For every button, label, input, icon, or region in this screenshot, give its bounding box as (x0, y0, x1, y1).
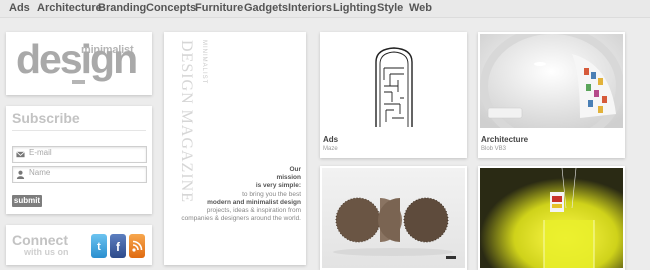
post-image-maze[interactable] (320, 32, 467, 130)
coconut-objects-icon (333, 197, 456, 259)
nav-item-gadgets[interactable]: Gadgets (244, 2, 288, 14)
subscribe-divider (12, 130, 146, 131)
connect-subtitle: with us on (24, 247, 69, 257)
subscribe-title: Subscribe (12, 110, 80, 126)
email-field[interactable]: E-mail (12, 146, 147, 163)
twitter-icon[interactable]: t (91, 234, 107, 258)
magazine-vertical-small: MINIMALIST (201, 40, 207, 85)
mission-line-2: mission (276, 174, 301, 182)
facebook-icon[interactable]: f (110, 234, 126, 258)
name-field[interactable]: Name (12, 166, 147, 183)
blob-interior-icon (480, 34, 623, 128)
submit-button[interactable]: submit (12, 195, 42, 207)
svg-text:t: t (97, 241, 101, 253)
mission-text: Our mission is very simple: to bring you… (161, 166, 301, 223)
teabag-glass-icon (480, 168, 623, 268)
nav-item-concepts[interactable]: Concepts (146, 2, 196, 14)
post-title-1[interactable]: Maze (323, 146, 338, 152)
site-logo[interactable]: minimalist design (6, 32, 152, 95)
email-placeholder: E-mail (29, 148, 52, 157)
post-image-coconuts[interactable] (322, 168, 465, 268)
post-category-2[interactable]: Architecture (481, 135, 528, 144)
maze-figure-icon (375, 47, 413, 127)
name-placeholder: Name (29, 168, 51, 177)
post-category-1[interactable]: Ads (323, 135, 338, 144)
nav-item-architecture[interactable]: Architecture (37, 2, 102, 14)
envelope-icon (16, 151, 25, 158)
nav-item-style[interactable]: Style (377, 2, 403, 14)
mission-line-3: is very simple: (255, 182, 301, 190)
svg-text:f: f (116, 240, 121, 254)
mission-line-4: to bring you the best (242, 190, 301, 198)
rss-icon[interactable] (129, 234, 145, 258)
nav-item-web[interactable]: Web (409, 2, 432, 14)
mission-line-1: Our (289, 166, 301, 173)
mission-line-7: companies & designers around the world. (181, 215, 301, 223)
post-image-teabag[interactable] (480, 168, 623, 268)
logo-main-text: design (16, 36, 138, 82)
nav-item-lighting[interactable]: Lighting (333, 2, 376, 14)
connect-title: Connect (12, 232, 68, 248)
nav-item-interiors[interactable]: Interiors (288, 2, 332, 14)
post-image-blob[interactable] (480, 34, 623, 128)
user-icon (16, 170, 25, 179)
top-nav: Ads Architecture Branding Concepts Furni… (0, 0, 650, 18)
mission-line-6: projects, ideas & inspiration from (206, 207, 301, 215)
post-title-2[interactable]: Blob VB3 (481, 146, 506, 152)
nav-item-branding[interactable]: Branding (98, 2, 146, 14)
mission-line-5: modern and minimalist design (207, 198, 301, 206)
nav-item-furniture[interactable]: Furniture (195, 2, 243, 14)
nav-item-ads[interactable]: Ads (9, 2, 30, 14)
